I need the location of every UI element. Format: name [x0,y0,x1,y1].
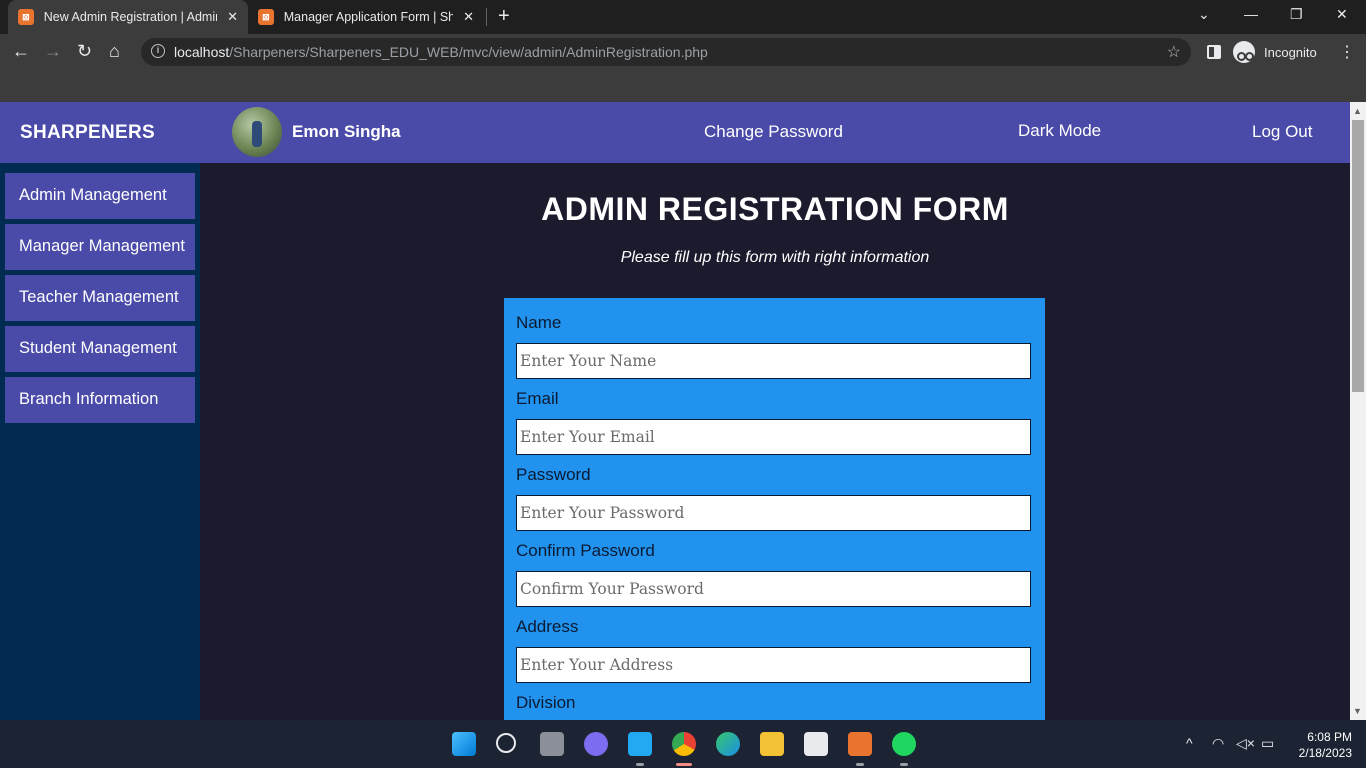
scrollbar-thumb[interactable] [1352,120,1364,392]
edge-icon[interactable] [716,732,740,756]
sidebar-item-manager-management[interactable]: Manager Management [5,224,195,270]
division-label: Division [516,693,576,712]
spotify-running-indicator [900,763,908,766]
incognito-icon [1233,41,1255,63]
user-name[interactable]: Emon Singha [292,122,401,142]
site-header: SHARPENERS Emon Singha Change Password D… [0,102,1350,163]
avatar [232,107,282,157]
side-panel-icon[interactable] [1207,45,1221,59]
close-window-icon[interactable]: ✕ [1336,6,1348,23]
tab-separator [486,8,487,26]
volume-muted-icon[interactable]: ◁× [1236,735,1255,752]
bookmarks-bar-area [0,70,1366,102]
tab-search-chevron-icon[interactable]: ⌄ [1198,6,1210,23]
browser-menu-icon[interactable]: ⋮ [1339,42,1355,62]
browser-tab[interactable]: ⊠ Manager Application Form | Shar ✕ [248,0,484,34]
vscode-running-indicator [636,763,644,766]
reload-icon[interactable]: ↻ [77,41,92,62]
name-label: Name [516,313,562,332]
password-label: Password [516,465,591,484]
address-bar[interactable]: i localhost/Sharpeners/Sharpeners_EDU_WE… [141,38,1191,66]
dark-mode-link[interactable]: Dark Mode [1018,121,1101,141]
clock-time: 6:08 PM [1307,730,1352,744]
home-icon[interactable]: ⌂ [109,41,120,62]
browser-tab-active[interactable]: ⊠ New Admin Registration | Admin ✕ [8,0,248,34]
spotify-icon[interactable] [892,732,916,756]
registration-form: Name Email Password Confirm Password Add… [504,298,1045,720]
sidebar-item-student-management[interactable]: Student Management [5,326,195,372]
new-tab-icon[interactable]: + [498,5,510,28]
taskbar-clock[interactable]: 6:08 PM 2/18/2023 [1288,729,1352,761]
vscode-icon[interactable] [628,732,652,756]
sidebar-item-admin-management[interactable]: Admin Management [5,173,195,219]
windows-taskbar: ^ ◠ ◁× ▭ 6:08 PM 2/18/2023 [0,720,1366,768]
page-viewport: SHARPENERS Emon Singha Change Password D… [0,102,1350,720]
confirm-password-label: Confirm Password [516,541,655,560]
xampp-icon[interactable] [848,732,872,756]
email-label: Email [516,389,559,408]
search-icon[interactable] [496,733,516,753]
chrome-active-indicator [676,763,692,766]
scroll-down-arrow-icon[interactable]: ▼ [1353,706,1362,716]
confirm-password-field[interactable] [516,571,1031,607]
chat-icon[interactable] [584,732,608,756]
page-scrollbar[interactable]: ▲ ▼ [1350,102,1366,720]
email-field[interactable] [516,419,1031,455]
tab-title: Manager Application Form | Shar [283,10,454,24]
page-title: ADMIN REGISTRATION FORM [541,191,1009,227]
store-icon[interactable] [804,732,828,756]
scroll-up-arrow-icon[interactable]: ▲ [1353,106,1362,116]
back-arrow-icon[interactable]: ← [12,41,30,62]
incognito-label: Incognito [1264,44,1317,60]
xampp-running-indicator [856,763,864,766]
tray-overflow-chevron-icon[interactable]: ^ [1186,735,1193,751]
xampp-favicon-icon: ⊠ [18,9,34,25]
sidebar: Admin Management Manager Management Teac… [0,163,200,720]
address-field[interactable] [516,647,1031,683]
log-out-link[interactable]: Log Out [1252,122,1313,142]
brand-logo[interactable]: SHARPENERS [20,122,155,144]
name-field[interactable] [516,343,1031,379]
browser-tab-strip: ⊠ New Admin Registration | Admin ✕ ⊠ Man… [0,0,1366,34]
sidebar-item-branch-information[interactable]: Branch Information [5,377,195,423]
change-password-link[interactable]: Change Password [704,122,843,142]
file-explorer-icon[interactable] [760,732,784,756]
xampp-favicon-icon: ⊠ [258,9,274,25]
forward-arrow-icon[interactable]: → [44,41,62,62]
page-subtitle: Please fill up this form with right info… [620,249,930,266]
tab-close-icon[interactable]: ✕ [463,9,474,25]
address-url: localhost/Sharpeners/Sharpeners_EDU_WEB/… [174,44,708,60]
bookmark-star-icon[interactable]: ☆ [1167,42,1181,62]
password-field[interactable] [516,495,1031,531]
incognito-indicator[interactable]: Incognito [1233,40,1317,64]
chrome-icon[interactable] [672,732,696,756]
tab-close-icon[interactable]: ✕ [227,9,238,25]
sidebar-item-teacher-management[interactable]: Teacher Management [5,275,195,321]
clock-date: 2/18/2023 [1298,746,1352,760]
restore-icon[interactable]: ❐ [1290,6,1303,23]
windows-start-icon[interactable] [452,732,476,756]
address-label: Address [516,617,579,636]
minimize-icon[interactable]: — [1244,6,1258,22]
tab-title: New Admin Registration | Admin [43,10,218,24]
wifi-icon[interactable]: ◠ [1212,735,1224,752]
site-info-icon[interactable]: i [151,44,165,58]
browser-toolbar: ← → ↻ ⌂ i localhost/Sharpeners/Sharpener… [0,34,1366,70]
task-view-icon[interactable] [540,732,564,756]
battery-icon[interactable]: ▭ [1261,735,1274,752]
